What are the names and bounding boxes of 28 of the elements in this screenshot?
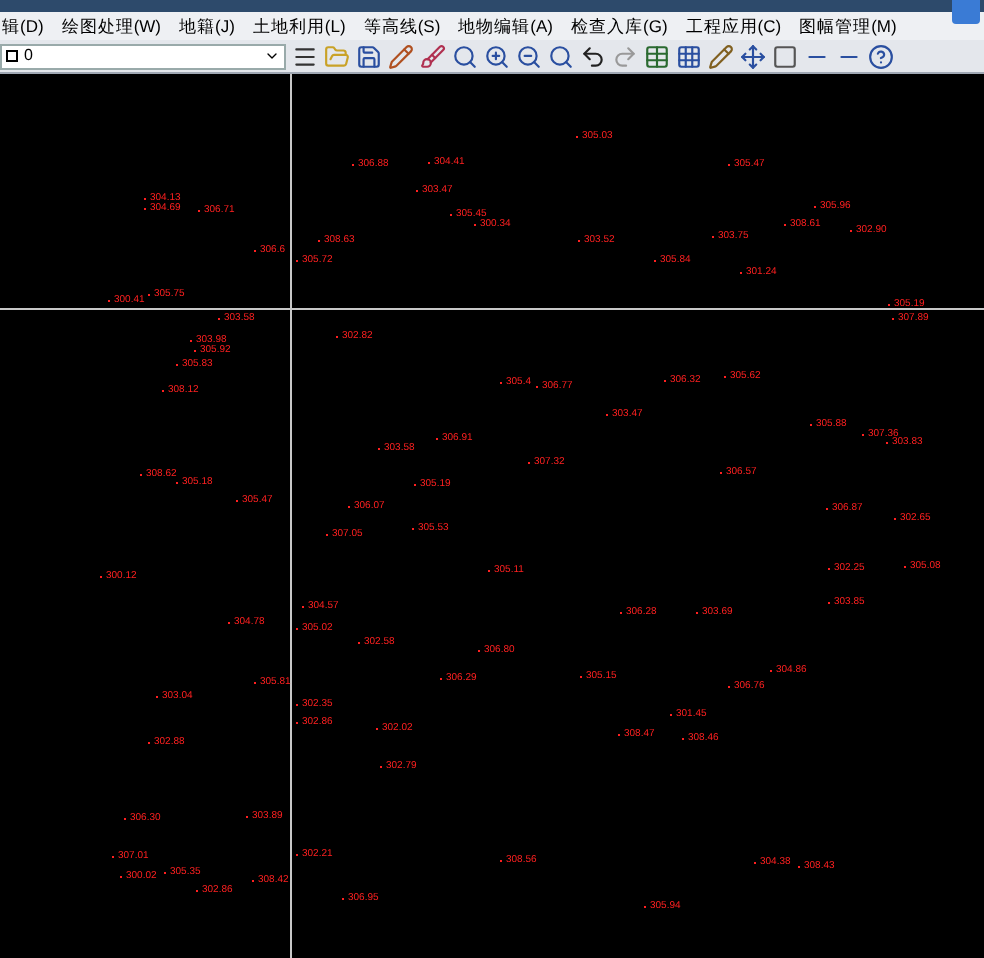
pencil-icon[interactable] (708, 43, 734, 69)
caret-icon (264, 48, 280, 64)
square-icon[interactable] (772, 43, 798, 69)
menu-item[interactable]: 图幅管理(M) (799, 17, 897, 35)
menu-item[interactable]: 辑(D) (2, 17, 44, 35)
menu-item[interactable]: 绘图处理(W) (61, 17, 161, 35)
grid-icon[interactable] (676, 43, 702, 69)
menu-item[interactable]: 检查入库(G) (571, 17, 668, 35)
move-icon[interactable] (740, 43, 766, 69)
menu-item[interactable]: 等高线(S) (363, 17, 441, 35)
zoom-in-icon[interactable] (484, 43, 510, 69)
list-icon[interactable] (292, 43, 318, 69)
search-icon[interactable] (452, 43, 478, 69)
layer-dropdown[interactable]: 0 (0, 43, 286, 69)
menu-item[interactable]: 地籍(J) (179, 17, 235, 35)
layer-name: 0 (24, 48, 35, 64)
help-icon[interactable] (868, 43, 894, 69)
brush-icon[interactable] (420, 43, 446, 69)
undo-icon[interactable] (580, 43, 606, 69)
layer-square-icon (6, 50, 18, 62)
search-icon[interactable] (548, 43, 574, 69)
menu-item[interactable]: 工程应用(C) (685, 17, 782, 35)
save-icon[interactable] (356, 43, 382, 69)
table-icon[interactable] (644, 43, 670, 69)
zoom-out-icon[interactable] (516, 43, 542, 69)
menu-item[interactable]: 地物编辑(A) (458, 17, 553, 35)
pencil-icon[interactable] (388, 43, 414, 69)
menu-item[interactable]: 土地利用(L) (252, 17, 346, 35)
